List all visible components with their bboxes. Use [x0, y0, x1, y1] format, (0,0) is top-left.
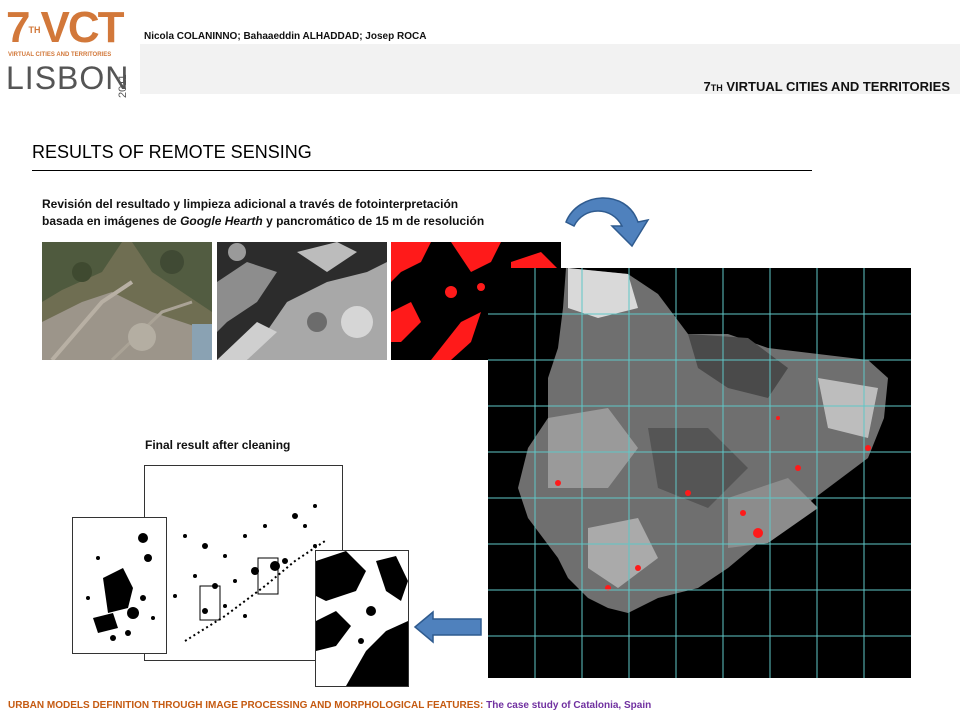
authors: Nicola COLANINNO; Bahaaeddin ALHADDAD; J… [144, 31, 427, 42]
final-result-zoom-right [315, 550, 409, 687]
footer-paper-title: URBAN MODELS DEFINITION THROUGH IMAGE PR… [8, 700, 652, 711]
logo-city: LISBON [6, 60, 130, 96]
final-result-overview [144, 465, 343, 661]
left-arrow-icon [413, 610, 482, 644]
catalonia-classified-map [488, 268, 911, 678]
panchromatic-thumbnail [217, 242, 387, 360]
description-line-2: basada en imágenes de Google Hearth y pa… [42, 214, 485, 228]
section-title: RESULTS OF REMOTE SENSING [32, 142, 312, 162]
satellite-thumbnail [42, 242, 212, 360]
description-line-1: Revisión del resultado y limpieza adicio… [42, 197, 459, 211]
logo-subtitle: VIRTUAL CITIES AND TERRITORIES [8, 52, 112, 58]
final-result-caption: Final result after cleaning [145, 438, 291, 452]
logo-vct: 7THVCT [6, 3, 124, 52]
logo-year: 2011 [117, 74, 129, 98]
conference-logo: 7THVCT VIRTUAL CITIES AND TERRITORIES LI… [6, 3, 136, 99]
title-underline [32, 170, 812, 171]
conference-title: 7TH VIRTUAL CITIES AND TERRITORIES [703, 79, 950, 94]
description-text: Revisión del resultado y limpieza adicio… [42, 196, 562, 230]
curved-arrow-icon [565, 197, 650, 248]
final-result-zoom-left [72, 517, 167, 654]
